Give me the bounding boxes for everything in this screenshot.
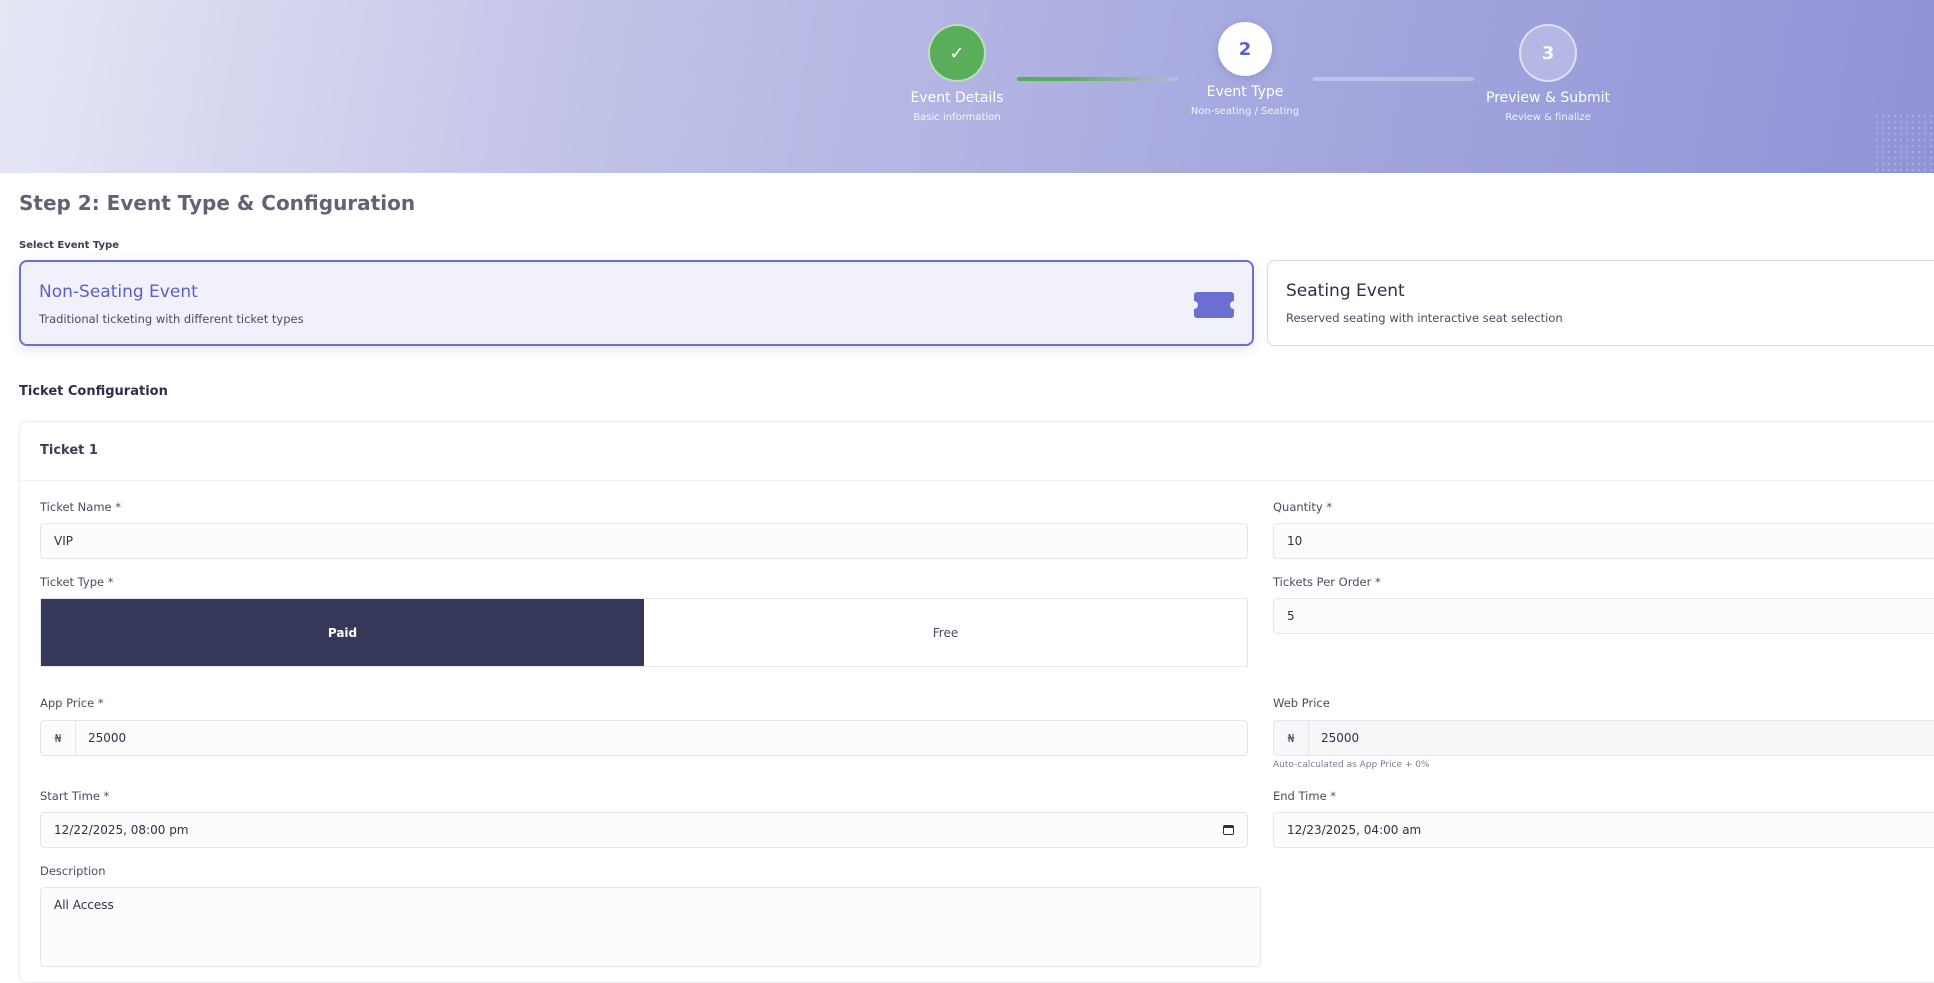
seating-event-option[interactable]: Seating Event Reserved seating with inte… <box>1267 260 1934 346</box>
progress-header: ✓ Event Details Basic information 2 Even… <box>0 0 1934 173</box>
option-title: Non-Seating Event <box>39 282 198 302</box>
currency-prefix: ₦ <box>1274 721 1309 755</box>
description-label: Description <box>40 864 106 878</box>
step-number: 3 <box>1519 24 1577 82</box>
step-subtitle: Basic information <box>913 112 1001 123</box>
web-price-hint: Auto-calculated as App Price + 0% <box>1273 760 1430 770</box>
web-price-input: ₦ 25000 <box>1273 720 1934 756</box>
end-time-value: 12/23/2025, 04:00 am <box>1287 823 1422 837</box>
currency-prefix: ₦ <box>41 721 76 755</box>
step-number: 2 <box>1218 22 1272 76</box>
step-title: Event Type <box>1206 84 1284 100</box>
quantity-value: 10 <box>1287 534 1303 548</box>
tickets-per-order-input[interactable]: 5 <box>1273 598 1934 634</box>
tickets-per-order-value: 5 <box>1287 609 1295 623</box>
option-title: Seating Event <box>1286 281 1405 301</box>
page-title: Step 2: Event Type & Configuration <box>19 191 416 215</box>
calendar-icon[interactable] <box>1223 825 1234 835</box>
step-subtitle: Review & finalize <box>1505 112 1591 123</box>
paid-option[interactable]: Paid <box>41 599 644 666</box>
decorative-dots <box>1874 113 1934 173</box>
app-price-input[interactable]: ₦ 25000 <box>40 720 1248 756</box>
step-preview-submit[interactable]: 3 Preview & Submit Review & finalize <box>1448 24 1648 123</box>
step-title: Event Details <box>910 90 1004 106</box>
description-textarea[interactable]: All Access <box>40 887 1261 967</box>
free-option[interactable]: Free <box>644 599 1247 666</box>
ticket-name-label: Ticket Name * <box>40 500 122 514</box>
start-time-label: Start Time * <box>40 789 110 803</box>
step-subtitle: Non-seating / Seating <box>1190 106 1300 117</box>
ticket-type-label: Ticket Type * <box>40 575 114 589</box>
quantity-input[interactable]: 10 <box>1273 523 1934 559</box>
option-description: Reserved seating with interactive seat s… <box>1286 311 1563 325</box>
start-time-input[interactable]: 12/22/2025, 08:00 pm <box>40 812 1248 848</box>
end-time-input[interactable]: 12/23/2025, 04:00 am <box>1273 812 1934 848</box>
option-description: Traditional ticketing with different tic… <box>39 312 304 326</box>
app-price-value: 25000 <box>88 731 127 745</box>
step-event-details[interactable]: ✓ Event Details Basic information <box>857 24 1057 123</box>
ticket-name-input[interactable]: VIP <box>40 523 1248 559</box>
step-event-type[interactable]: 2 Event Type Non-seating / Seating <box>1145 22 1345 117</box>
app-price-label: App Price * <box>40 696 104 710</box>
ticket-icon <box>1190 292 1238 318</box>
divider <box>20 480 1934 481</box>
web-price-label: Web Price <box>1273 696 1330 710</box>
check-icon: ✓ <box>928 24 986 82</box>
quantity-label: Quantity * <box>1273 500 1333 514</box>
description-value: All Access <box>54 898 114 912</box>
ticket-name-value: VIP <box>54 534 73 548</box>
start-time-value: 12/22/2025, 08:00 pm <box>54 823 189 837</box>
web-price-value: 25000 <box>1321 731 1360 745</box>
ticket-type-toggle: Paid Free <box>40 598 1248 667</box>
tickets-per-order-label: Tickets Per Order * <box>1273 575 1381 589</box>
end-time-label: End Time * <box>1273 789 1337 803</box>
non-seating-event-option[interactable]: Non-Seating Event Traditional ticketing … <box>19 260 1254 346</box>
ticket-configuration-title: Ticket Configuration <box>19 384 168 399</box>
ticket-header: Ticket 1 <box>40 443 98 458</box>
select-event-type-label: Select Event Type <box>19 240 119 251</box>
step-title: Preview & Submit <box>1486 90 1610 106</box>
